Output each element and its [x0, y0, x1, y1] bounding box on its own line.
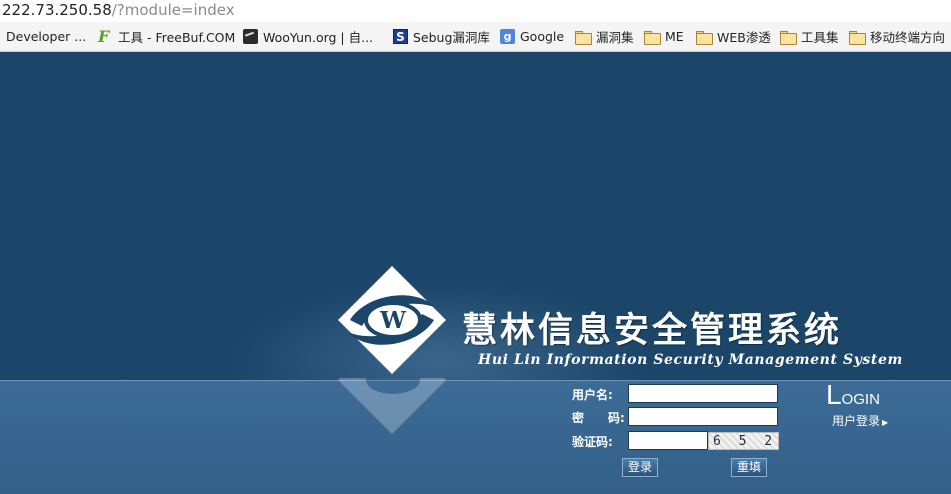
bookmark-developer[interactable]: Developer ... — [6, 22, 86, 51]
sebug-icon: S — [393, 29, 408, 44]
bookmark-folder-vulns[interactable]: 漏洞集 — [575, 22, 634, 51]
bookmark-label: ME — [665, 29, 684, 44]
bookmark-label: WooYun.org | 自... — [263, 30, 374, 45]
username-label: 用户名: — [572, 388, 613, 402]
password-label-left: 密 — [572, 411, 585, 425]
bookmark-label: 漏洞集 — [596, 30, 634, 45]
bookmark-label: Sebug漏洞库 — [413, 30, 490, 45]
login-page: W 慧林信息安全管理系统 Hui Lin Information Securit… — [0, 52, 951, 494]
password-input[interactable] — [628, 407, 778, 426]
bookmark-folder-tools[interactable]: 工具集 — [780, 22, 839, 51]
bookmark-folder-me[interactable]: ME — [644, 22, 684, 51]
google-icon: g — [500, 29, 515, 44]
url-path: /?module=index — [111, 1, 235, 19]
bookmark-label: 工具 - FreeBuf.COM — [118, 30, 236, 45]
freebuf-icon: F — [98, 27, 110, 46]
bookmark-folder-mobile[interactable]: 移动终端方向 — [849, 22, 945, 51]
huilin-logo-icon: W — [338, 266, 446, 374]
bookmark-label: Google — [520, 29, 565, 44]
captcha-image[interactable]: 6 5 2 2 — [708, 432, 779, 450]
system-title-cn: 慧林信息安全管理系统 — [462, 311, 843, 351]
captcha-label: 验证码: — [572, 435, 613, 449]
bookmark-label: Developer ... — [6, 29, 87, 44]
login-title-rest: OGIN — [841, 391, 880, 408]
logo-reflection-icon — [338, 378, 446, 434]
bookmark-label: 移动终端方向 — [870, 30, 946, 45]
folder-icon — [780, 30, 797, 45]
username-input[interactable] — [628, 384, 778, 403]
folder-icon — [644, 30, 661, 45]
bookmarks-bar: Developer ... F 工具 - FreeBuf.COM WooYun.… — [0, 22, 951, 52]
bookmark-google[interactable]: g Google — [500, 22, 564, 51]
login-button[interactable]: 登录 — [622, 458, 658, 477]
folder-icon — [696, 30, 713, 45]
login-title: LOGIN — [826, 379, 880, 410]
address-bar[interactable]: 222.73.250.58/?module=index — [0, 0, 951, 22]
login-subtitle: 用户登录 ▶ — [832, 412, 888, 429]
logo-letter: W — [379, 307, 407, 334]
bookmark-wooyun[interactable]: WooYun.org | 自... — [243, 22, 373, 51]
login-title-first: L — [826, 379, 842, 410]
bookmark-label: 工具集 — [801, 30, 839, 45]
arrow-right-icon: ▶ — [882, 418, 889, 427]
bookmark-sebug[interactable]: S Sebug漏洞库 — [393, 22, 490, 51]
login-subtitle-text: 用户登录 — [832, 414, 881, 428]
captcha-input[interactable] — [628, 431, 708, 450]
folder-icon — [575, 30, 592, 45]
url-host: 222.73.250.58 — [2, 1, 112, 19]
reset-button[interactable]: 重填 — [731, 458, 767, 477]
bookmark-label: WEB渗透 — [717, 30, 771, 45]
folder-icon — [849, 30, 866, 45]
bookmark-folder-web[interactable]: WEB渗透 — [696, 22, 771, 51]
system-title-en: Hui Lin Information Security Management … — [478, 352, 903, 368]
login-band — [0, 380, 951, 494]
bookmark-freebuf[interactable]: F 工具 - FreeBuf.COM — [98, 22, 235, 51]
url-text[interactable]: 222.73.250.58/?module=index — [2, 1, 235, 19]
wooyun-icon — [243, 29, 258, 44]
password-label-right: 码: — [608, 411, 625, 425]
